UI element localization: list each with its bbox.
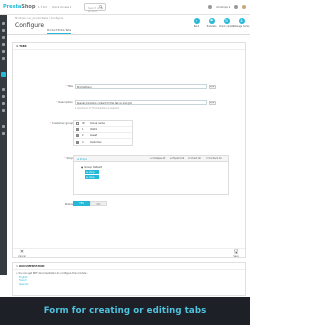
breadcrumb[interactable]: Modules / ec_producttabs / Configure [15, 17, 63, 20]
divider [13, 269, 245, 270]
shop-tree-toolbar: ⊞ Shops ⊟ Collapse All ⊞ Expand All ☑ Ch… [74, 156, 228, 162]
stats-icon[interactable] [2, 57, 5, 60]
description-language-select[interactable]: en ▾ [209, 100, 216, 105]
sidebar [0, 15, 7, 275]
status-yes-option[interactable]: YES [73, 201, 90, 206]
group-name: Visitor [90, 128, 98, 131]
save-button[interactable]: 🖫 Save [231, 250, 241, 259]
shipping-icon[interactable] [2, 95, 5, 98]
customer-group-table: ID Group name 1 Visitor 2 Guest 3 Custom… [73, 120, 133, 146]
panel-heading: ⚙ TABS [16, 45, 27, 48]
translate-label: Translate [206, 25, 217, 28]
customers-icon[interactable] [2, 43, 5, 46]
arrow-left-icon: ‹ [193, 18, 200, 24]
search-icon[interactable] [99, 5, 103, 9]
refresh-icon: ↻ [223, 18, 230, 24]
page-title: Configure [15, 22, 45, 29]
status-label: Status [64, 203, 73, 206]
shop-tree-list: ▣ Group: Default ⊟ shop ⊟ shop [77, 165, 102, 179]
settings-icon[interactable] [2, 125, 5, 128]
select-all-checkbox[interactable] [76, 122, 79, 125]
column-group-name: Group name [90, 122, 105, 125]
title-label: * Title [65, 85, 73, 88]
quick-access-menu[interactable]: Quick Access ▾ [52, 6, 71, 9]
group-checkbox[interactable] [76, 134, 79, 137]
cancel-button[interactable]: ✕ Cancel [17, 250, 27, 259]
collapse-all-button[interactable]: ⊟ Collapse All [150, 157, 165, 160]
uncheck-all-button[interactable]: ☐ Uncheck All [206, 157, 221, 160]
tab-product-extra-tabs[interactable]: Product Extra Tabs [47, 29, 72, 34]
design-icon[interactable] [2, 88, 5, 91]
shop-group-label: Group: Default [84, 166, 102, 169]
title-language-select[interactable]: en ▾ [209, 84, 216, 89]
group-id: 1 [82, 128, 84, 131]
customer-group-label: * Customer group [49, 122, 73, 125]
group-name: Guest [90, 134, 98, 137]
save-label: Save [233, 255, 239, 258]
group-name: Customer [90, 140, 102, 144]
dashboard-icon[interactable] [2, 22, 5, 25]
translate-button[interactable]: ⚑ Translate [206, 18, 217, 28]
advanced-icon[interactable] [2, 132, 5, 135]
description-label: * Description [56, 101, 73, 104]
status-no-option[interactable]: NO [90, 201, 107, 206]
documentation-heading: ✎ DOCUMENTATION [16, 265, 45, 268]
divider [13, 49, 245, 50]
group-checkbox[interactable] [76, 140, 79, 144]
anchor-icon: ⚓ [238, 18, 245, 24]
check-update-button[interactable]: ↻ Check update [218, 18, 235, 28]
group-id: 3 [82, 140, 84, 144]
shop-tree: ⊞ Shops ⊟ Collapse All ⊞ Expand All ☑ Ch… [73, 155, 229, 195]
divider [13, 248, 245, 249]
folder-icon: ▣ [81, 166, 84, 169]
orders-icon[interactable] [2, 29, 5, 32]
manage-hooks-button[interactable]: ⚓ Manage hooks [233, 18, 250, 28]
avatar[interactable] [242, 5, 246, 9]
column-id: ID [82, 122, 85, 125]
page-header: Modules / ec_producttabs / Configure Con… [7, 15, 250, 35]
caption-text: Form for creating or editing tabs [43, 306, 207, 316]
prestashop-logo[interactable]: PrestaShop [3, 4, 35, 10]
top-bar: PrestaShop 1.7.6.2 Quick Access ▾ Search… [0, 0, 250, 15]
back-label: Back [193, 25, 200, 28]
shop-tree-title: ⊞ Shops [77, 157, 88, 161]
shop-label: * Shop [64, 157, 73, 160]
description-help: a maximum of 70 characters is required [75, 107, 119, 110]
cancel-label: Cancel [18, 255, 26, 258]
documentation-text: » You can get PDF documentation to confi… [16, 272, 88, 275]
tab-form-panel: ⚙ TABS * Title Promotions en ▾ * Descrip… [12, 42, 246, 258]
back-button[interactable]: ‹ Back [191, 18, 202, 28]
bell-icon[interactable] [234, 5, 238, 9]
catalog-icon[interactable] [2, 36, 5, 39]
flag-icon: ⚑ [208, 18, 215, 24]
manage-hooks-label: Manage hooks [233, 25, 250, 28]
status-switch[interactable]: YES NO [73, 201, 107, 206]
version-label: 1.7.6.2 [38, 6, 48, 9]
check-all-button[interactable]: ☑ Check All [188, 157, 201, 160]
tree-node-shop[interactable]: ⊟ shop [85, 175, 99, 179]
notifications-icon[interactable] [208, 5, 213, 9]
description-input[interactable]: Special promotion content for this tab o… [75, 100, 207, 105]
check-update-label: Check update [218, 25, 235, 28]
modules-icon[interactable] [1, 72, 6, 77]
tree-node-shop[interactable]: ⊟ shop [85, 170, 99, 174]
logo-shop: Shop [21, 4, 36, 10]
expand-all-button[interactable]: ⊞ Expand All [170, 157, 184, 160]
title-input[interactable]: Promotions [75, 84, 207, 89]
group-checkbox[interactable] [76, 128, 79, 131]
group-id: 2 [82, 134, 84, 137]
table-row[interactable]: 3 Customer [74, 139, 132, 145]
international-icon[interactable] [2, 109, 5, 112]
caption-banner: Form for creating or editing tabs [0, 297, 250, 325]
support-icon[interactable] [2, 50, 5, 53]
documentation-panel: ✎ DOCUMENTATION » You can get PDF docume… [12, 262, 246, 296]
shop-selector[interactable]: All shops ▾ [216, 6, 230, 9]
payment-icon[interactable] [2, 102, 5, 105]
doc-link-spanish[interactable]: Spanish [19, 283, 28, 286]
logo-main: Presta [3, 4, 22, 10]
